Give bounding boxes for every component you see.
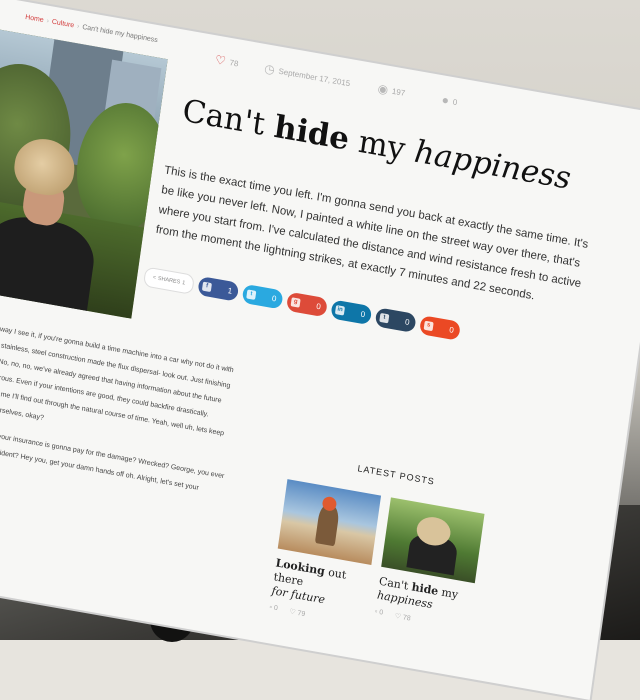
- share-count: 1: [181, 280, 186, 287]
- title-word: Can't: [180, 92, 268, 143]
- like-count-wrap[interactable]: ♡ 79: [289, 607, 306, 618]
- share-facebook-button[interactable]: f 1: [197, 275, 240, 302]
- comments-count: 0: [452, 96, 458, 107]
- share-button-count: 0: [271, 293, 278, 304]
- views-count: 197: [391, 86, 406, 98]
- browser-page: Home › Culture › Can't hide my happiness ♡ 7…: [0, 0, 640, 700]
- heart-icon[interactable]: ♡: [214, 53, 227, 69]
- breadcrumb-current: Can't hide my happiness: [81, 23, 159, 45]
- share-counter: < SHARES 1: [142, 266, 195, 295]
- speech-bubble-icon[interactable]: ●: [441, 92, 450, 107]
- share-bar: < SHARES 1 f 1 t 0 g 0 in 0 t 0 s 0: [142, 266, 462, 341]
- eye-icon: ◉: [376, 81, 390, 97]
- breadcrumb-separator: ›: [46, 17, 50, 25]
- latest-posts-heading: LATEST POSTS: [356, 463, 436, 487]
- clock-icon: ◷: [263, 61, 276, 77]
- latest-post-card[interactable]: Can't hide my happiness ▫ 0 ♡ 78: [374, 497, 485, 632]
- linkedin-icon: in: [334, 305, 346, 316]
- latest-post-thumbnail[interactable]: [277, 479, 382, 565]
- like-count: 79: [296, 609, 306, 619]
- speech-bubble-icon: ▫: [268, 603, 273, 612]
- tumblr-icon: t: [379, 312, 390, 324]
- facebook-icon: f: [201, 281, 212, 293]
- latest-post-thumbnail[interactable]: [381, 497, 485, 584]
- featured-image: [0, 28, 168, 319]
- comment-count: 0: [378, 609, 384, 617]
- share-linkedin-button[interactable]: in 0: [330, 299, 373, 326]
- title-word-italic: happiness: [412, 133, 574, 197]
- share-tumblr-button[interactable]: t 0: [374, 307, 417, 334]
- comment-count-wrap: ▫ 0: [269, 604, 278, 613]
- share-button-count: 0: [448, 325, 455, 335]
- stumbleupon-icon: s: [423, 320, 434, 332]
- article-body: Well, what is it for? The way I see it, …: [0, 309, 243, 527]
- speech-bubble-icon: ▫: [374, 608, 378, 616]
- share-icon: <: [152, 274, 157, 282]
- comments-counter[interactable]: ● 0: [441, 92, 458, 108]
- heart-icon[interactable]: ♡: [289, 608, 296, 616]
- share-button-count: 0: [360, 309, 366, 320]
- share-button-count: 1: [227, 286, 233, 296]
- latest-posts-widget: LATEST POSTS Looking out there for future…: [269, 398, 545, 623]
- comment-count: 0: [273, 604, 279, 613]
- share-button-count: 0: [404, 317, 411, 328]
- twitter-icon: t: [246, 289, 257, 300]
- title-word-bold: hide: [271, 108, 352, 158]
- google-plus-icon: g: [290, 297, 301, 308]
- post-date-text: September 17, 2015: [278, 66, 351, 88]
- latest-post-card[interactable]: Looking out there for future ▫ 0 ♡ 79: [269, 479, 382, 628]
- breadcrumb-separator: ›: [76, 23, 80, 31]
- share-google-plus-button[interactable]: g 0: [285, 291, 328, 318]
- views-counter: ◉ 197: [376, 81, 406, 99]
- share-stumbleupon-button[interactable]: s 0: [418, 315, 462, 341]
- share-button-count: 0: [315, 301, 322, 312]
- likes-count: 78: [229, 57, 240, 69]
- post-date: ◷ September 17, 2015: [263, 61, 351, 89]
- like-count-wrap[interactable]: ♡ 78: [394, 612, 411, 623]
- likes-counter[interactable]: ♡ 78: [214, 53, 240, 70]
- title-word: my: [440, 585, 459, 602]
- like-count: 78: [402, 614, 412, 623]
- share-label: SHARES: [157, 275, 181, 286]
- title-word: my: [356, 123, 408, 168]
- share-twitter-button[interactable]: t 0: [241, 283, 284, 310]
- heart-icon[interactable]: ♡: [394, 613, 401, 621]
- comment-count-wrap: ▫ 0: [374, 608, 383, 617]
- breadcrumb-home[interactable]: Home: [25, 14, 44, 24]
- breadcrumb-category[interactable]: Culture: [51, 19, 74, 30]
